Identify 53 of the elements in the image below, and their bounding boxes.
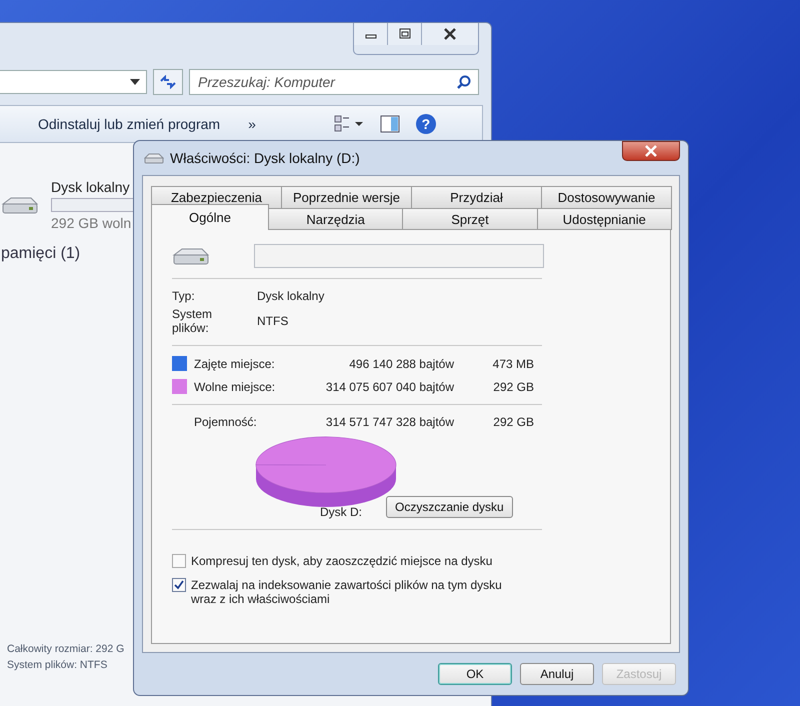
drive-name-field[interactable] (254, 244, 544, 268)
checkbox[interactable] (172, 578, 186, 592)
preview-pane-button[interactable] (378, 113, 402, 135)
preview-pane-icon (380, 115, 400, 133)
size-value: 292 GB (492, 415, 534, 429)
size-value: 292 GB (492, 380, 534, 394)
tab[interactable]: Narzędzia (268, 208, 404, 230)
tab[interactable]: Udostępnianie (536, 208, 672, 230)
byte-count: 496 140 288 bajtów (348, 356, 454, 370)
disk-cleanup-button[interactable]: Oczyszczanie dysku (386, 496, 513, 518)
tab[interactable]: Sprzęt (402, 208, 538, 230)
maximize-icon (398, 28, 412, 40)
checkmark-icon (174, 580, 184, 590)
dialog-button[interactable]: OK (438, 663, 512, 685)
field-value: Dysk lokalny (257, 289, 326, 303)
maximize-button[interactable] (388, 23, 422, 45)
more-button[interactable]: » (244, 114, 260, 134)
drive-icon (144, 152, 164, 164)
dropdown-arrow-icon (130, 79, 140, 85)
drive-label: Dysk D: (320, 504, 362, 519)
group-heading: pamięci (1) (0, 244, 80, 263)
close-icon (644, 145, 658, 157)
capacity-label: Pojemność: (194, 415, 258, 429)
detail-text: Całkowity rozmiar: 292 G (7, 643, 124, 655)
drive-free-space: 292 GB woln (51, 215, 132, 231)
refresh-button[interactable] (153, 69, 183, 95)
checkbox-label[interactable]: Zezwalaj na indeksowanie zawartości plików na tym dysku wraz z ich właściwościami (191, 578, 521, 606)
view-options-icon (334, 114, 364, 134)
tab[interactable]: Poprzednie wersje (281, 186, 412, 208)
dialog-button[interactable]: Anuluj (520, 663, 594, 685)
size-value: 473 MB (492, 356, 534, 370)
field-label: System plików: (172, 307, 214, 335)
checkbox-label[interactable]: Kompresuj ten dysk, aby zaoszczędzić miejsce na dysku (191, 554, 521, 568)
usage-label: Wolne miejsce: (194, 380, 276, 394)
field-value: NTFS (257, 314, 290, 328)
field-label: Typ: (172, 289, 196, 303)
usage-label: Zajęte miejsce: (194, 356, 276, 370)
uninstall-button[interactable]: Odinstaluj lub zmień program (34, 114, 224, 134)
refresh-icon (159, 75, 177, 89)
minimize-button[interactable] (354, 23, 388, 45)
checkbox[interactable] (172, 554, 186, 568)
byte-count: 314 571 747 328 bajtów (324, 415, 454, 429)
tab[interactable]: Przydział (411, 186, 542, 208)
search-icon (457, 75, 471, 89)
tab[interactable]: Ogólne (151, 204, 269, 230)
dialog-title: Właściwości: Dysk lokalny (D:) (170, 150, 361, 166)
search-field[interactable]: Przeszukaj: Komputer (189, 69, 479, 95)
close-icon (443, 28, 457, 40)
detail-text: System plików: NTFS (7, 659, 108, 671)
byte-count: 314 075 607 040 bajtów (324, 380, 454, 394)
tab[interactable]: Dostosowywanie (541, 186, 672, 208)
close-button[interactable] (422, 23, 478, 45)
close-button[interactable] (622, 141, 680, 161)
